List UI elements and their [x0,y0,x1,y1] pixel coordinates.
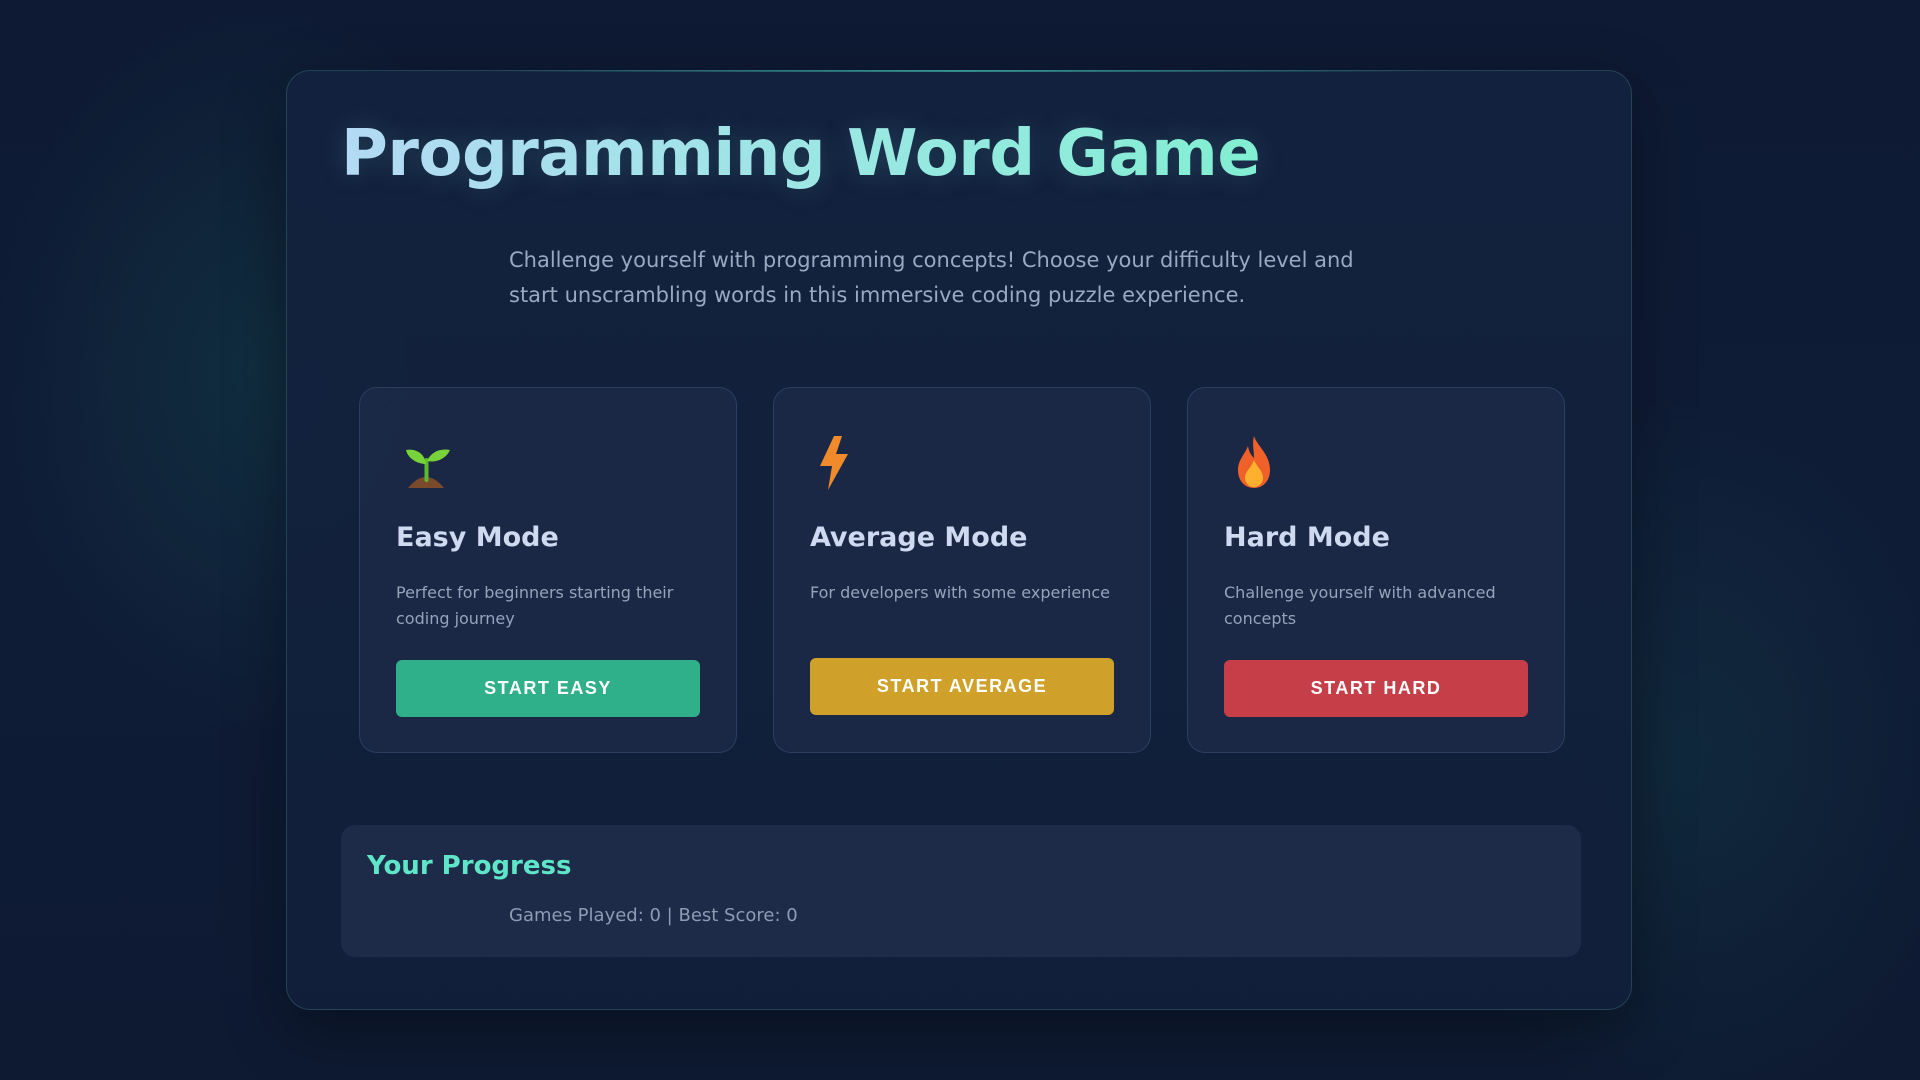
lightning-bolt-icon [810,432,870,492]
progress-section: Your Progress Games Played: 0 | Best Sco… [341,825,1581,957]
average-mode-description: For developers with some experience [810,583,1110,602]
difficulty-mode-list: Easy Mode Perfect for beginners starting… [359,387,1565,755]
easy-mode-title: Easy Mode [396,522,559,553]
average-mode-card: Average Mode For developers with some ex… [773,387,1151,753]
easy-mode-card: Easy Mode Perfect for beginners starting… [359,387,737,753]
progress-stats: Games Played: 0 | Best Score: 0 [509,905,798,926]
page-title: Programming Word Game [341,117,1261,191]
hard-mode-description: Challenge yourself with advanced concept… [1224,583,1496,628]
game-menu-panel: Programming Word Game Challenge yourself… [286,70,1632,1010]
progress-title: Your Progress [367,851,572,881]
hard-mode-card: Hard Mode Challenge yourself with advanc… [1187,387,1565,753]
seedling-icon [396,432,456,492]
hard-mode-title: Hard Mode [1224,522,1390,553]
page-subtitle: Challenge yourself with programming conc… [509,248,1354,307]
fire-icon [1224,432,1284,492]
easy-mode-description: Perfect for beginners starting their cod… [396,583,674,628]
average-mode-title: Average Mode [810,522,1028,553]
start-hard-button[interactable]: START HARD [1224,660,1528,717]
start-easy-button[interactable]: START EASY [396,660,700,717]
start-average-button[interactable]: START AVERAGE [810,658,1114,715]
